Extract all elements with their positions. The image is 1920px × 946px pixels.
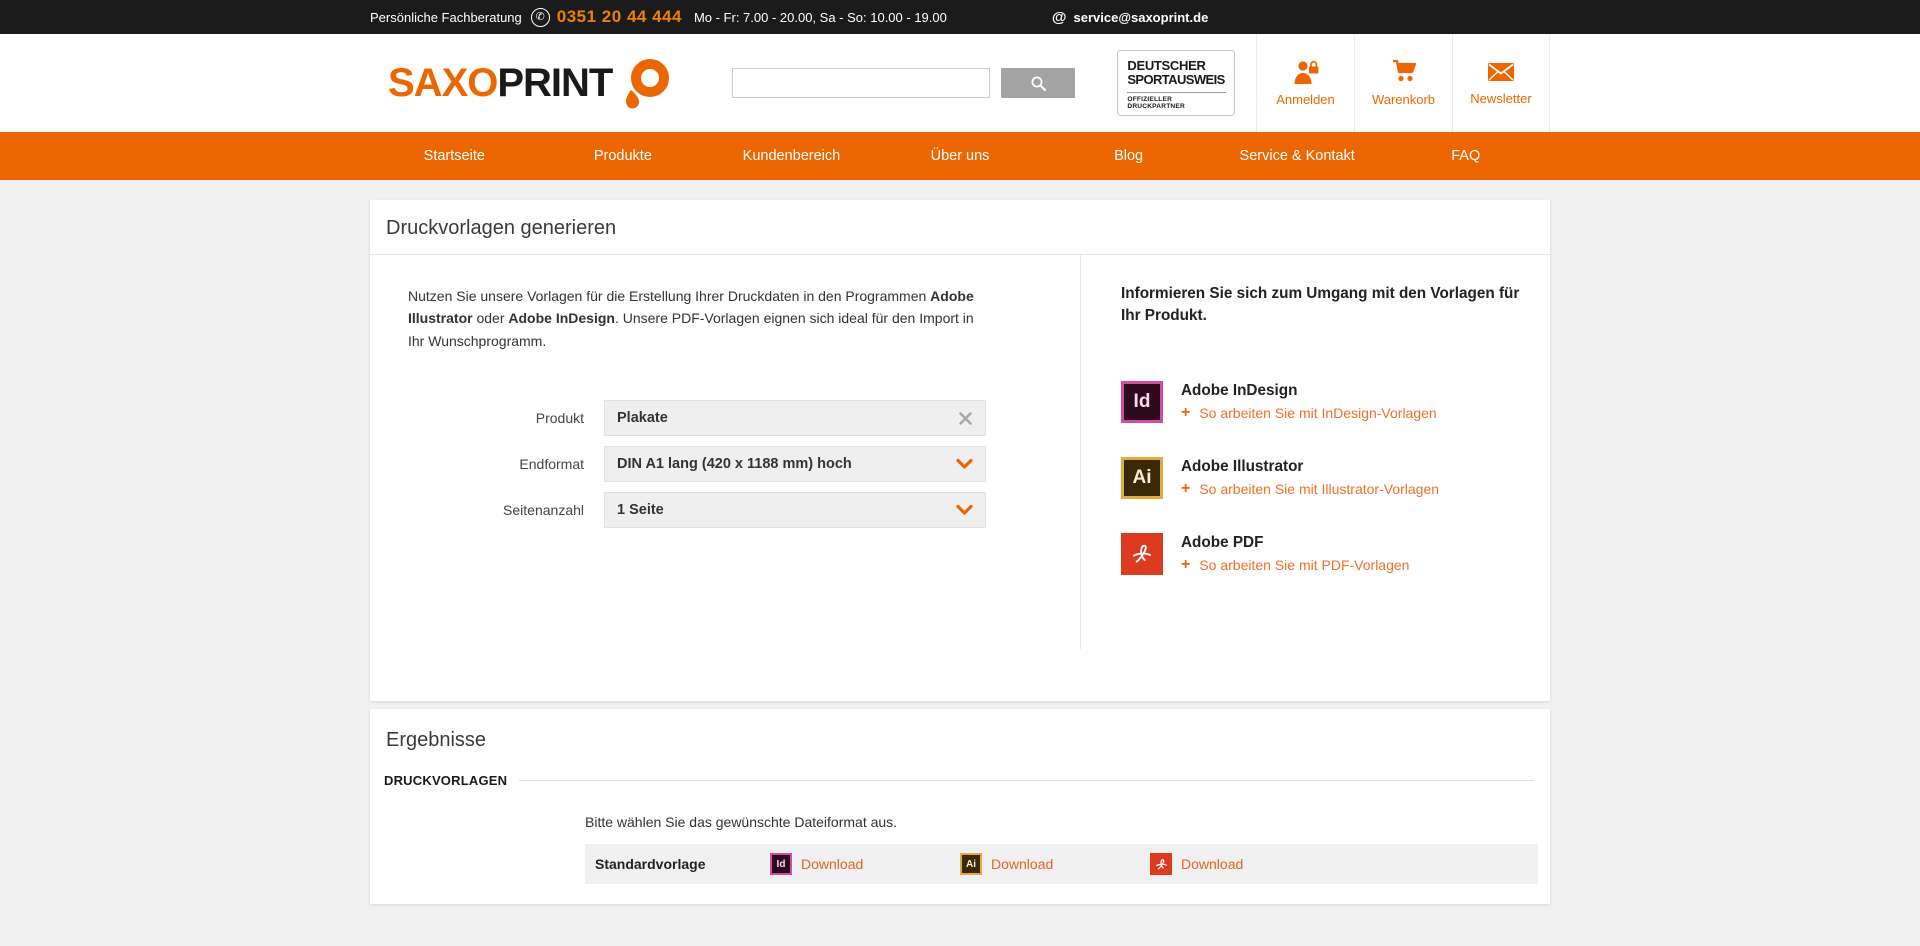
chevron-down-icon bbox=[956, 504, 973, 516]
phone-glyph: ✆ bbox=[536, 11, 545, 23]
info-item-pdf: Adobe PDF + So arbeiten Sie mit PDF-Vorl… bbox=[1121, 533, 1550, 575]
newsletter-link[interactable]: Newsletter bbox=[1452, 34, 1550, 132]
cart-icon bbox=[1389, 59, 1419, 85]
nav-item-kundenbereich[interactable]: Kundenbereich bbox=[707, 132, 876, 180]
download-pdf-link[interactable]: Download bbox=[1181, 856, 1243, 872]
service-hours: Mo - Fr: 7.00 - 20.00, Sa - So: 10.00 - … bbox=[694, 10, 947, 25]
badge-divider bbox=[1127, 92, 1226, 93]
support-email[interactable]: service@saxoprint.de bbox=[1074, 10, 1209, 25]
produkt-value: Plakate bbox=[617, 410, 958, 426]
illustrator-help-link[interactable]: So arbeiten Sie mit Illustrator-Vorlagen bbox=[1199, 481, 1439, 497]
download-group-indesign: Id Download bbox=[770, 853, 960, 875]
plus-icon: + bbox=[1181, 557, 1190, 573]
sportausweis-badge: DEUTSCHER SPORTAUSWEIS OFFIZIELLER DRUCK… bbox=[1117, 50, 1235, 116]
seitenanzahl-dropdown[interactable]: 1 Seite bbox=[604, 492, 986, 528]
section-line bbox=[519, 780, 1534, 781]
generator-form-column: Nutzen Sie unsere Vorlagen für die Erste… bbox=[370, 255, 1080, 649]
search-form bbox=[732, 68, 1075, 98]
format-hint: Bitte wählen Sie das gewünschte Dateifor… bbox=[585, 814, 1538, 830]
phone-icon: ✆ bbox=[531, 8, 550, 27]
info-item-indesign: Id Adobe InDesign + So arbeiten Sie mit … bbox=[1121, 381, 1550, 423]
pdf-title: Adobe PDF bbox=[1181, 534, 1409, 552]
login-label: Anmelden bbox=[1276, 92, 1335, 107]
download-group-illustrator: Ai Download bbox=[960, 853, 1150, 875]
main-content: Druckvorlagen generieren Nutzen Sie unse… bbox=[0, 180, 1920, 904]
badge-line3: OFFIZIELLER DRUCKPARTNER bbox=[1127, 96, 1226, 110]
plus-icon: + bbox=[1181, 405, 1190, 421]
info-column: Informieren Sie sich zum Umgang mit den … bbox=[1080, 255, 1550, 649]
template-row: Standardvorlage Id Download Ai Download bbox=[585, 844, 1538, 884]
main-nav: Startseite Produkte Kundenbereich Über u… bbox=[0, 132, 1920, 180]
badge-line1: DEUTSCHER bbox=[1127, 59, 1226, 73]
search-input[interactable] bbox=[732, 68, 990, 98]
form-row-seitenanzahl: Seitenanzahl 1 Seite bbox=[408, 492, 1080, 528]
page-title: Druckvorlagen generieren bbox=[370, 200, 1550, 254]
illustrator-icon: Ai bbox=[1121, 457, 1163, 499]
envelope-icon bbox=[1486, 60, 1516, 84]
pdf-icon bbox=[1150, 853, 1172, 875]
clear-icon[interactable] bbox=[958, 411, 973, 426]
illustrator-icon: Ai bbox=[960, 853, 982, 875]
logo-drop-icon bbox=[618, 56, 672, 110]
indesign-title: Adobe InDesign bbox=[1181, 382, 1437, 400]
nav-item-blog[interactable]: Blog bbox=[1044, 132, 1213, 180]
phone-number[interactable]: 0351 20 44 444 bbox=[557, 7, 682, 27]
download-group-pdf: Download bbox=[1150, 853, 1340, 875]
endformat-value: DIN A1 lang (420 x 1188 mm) hoch bbox=[617, 456, 956, 472]
pdf-help-link[interactable]: So arbeiten Sie mit PDF-Vorlagen bbox=[1199, 557, 1409, 573]
search-button[interactable] bbox=[1001, 68, 1075, 98]
nav-item-ueber-uns[interactable]: Über uns bbox=[876, 132, 1045, 180]
endformat-dropdown[interactable]: DIN A1 lang (420 x 1188 mm) hoch bbox=[604, 446, 986, 482]
logo-text-print: PRINT bbox=[497, 61, 612, 106]
results-panel: Ergebnisse DRUCKVORLAGEN Bitte wählen Si… bbox=[370, 709, 1550, 904]
cart-label: Warenkorb bbox=[1372, 92, 1435, 107]
logo[interactable]: SAXOPRINT bbox=[388, 56, 672, 110]
download-illustrator-link[interactable]: Download bbox=[991, 856, 1053, 872]
nav-item-startseite[interactable]: Startseite bbox=[370, 132, 539, 180]
seitenanzahl-label: Seitenanzahl bbox=[408, 502, 604, 518]
section-label: DRUCKVORLAGEN bbox=[384, 773, 507, 788]
topbar: Persönliche Fachberatung ✆ 0351 20 44 44… bbox=[0, 0, 1920, 34]
indesign-icon: Id bbox=[1121, 381, 1163, 423]
logo-text-saxo: SAXO bbox=[388, 61, 497, 106]
endformat-label: Endformat bbox=[408, 456, 604, 472]
header: SAXOPRINT DEUTSCHER SPORTAUSWEIS bbox=[0, 34, 1920, 132]
user-lock-icon bbox=[1291, 59, 1321, 85]
download-indesign-link[interactable]: Download bbox=[801, 856, 863, 872]
form-row-produkt: Produkt Plakate bbox=[408, 400, 1080, 436]
nav-item-service-kontakt[interactable]: Service & Kontakt bbox=[1213, 132, 1382, 180]
acrobat-glyph bbox=[1129, 541, 1155, 567]
generator-panel: Druckvorlagen generieren Nutzen Sie unse… bbox=[370, 200, 1550, 701]
plus-icon: + bbox=[1181, 481, 1190, 497]
produkt-label: Produkt bbox=[408, 410, 604, 426]
intro-text: Nutzen Sie unsere Vorlagen für die Erste… bbox=[408, 285, 988, 352]
login-link[interactable]: Anmelden bbox=[1256, 34, 1354, 132]
illustrator-title: Adobe Illustrator bbox=[1181, 458, 1439, 476]
info-item-illustrator: Ai Adobe Illustrator + So arbeiten Sie m… bbox=[1121, 457, 1550, 499]
indesign-help-link[interactable]: So arbeiten Sie mit InDesign-Vorlagen bbox=[1199, 405, 1436, 421]
results-title: Ergebnisse bbox=[370, 709, 1550, 767]
indesign-icon: Id bbox=[770, 853, 792, 875]
header-actions: Anmelden Warenkorb bbox=[1256, 34, 1550, 132]
produkt-field[interactable]: Plakate bbox=[604, 400, 986, 436]
nav-item-faq[interactable]: FAQ bbox=[1381, 132, 1550, 180]
template-form: Produkt Plakate Endformat DIN bbox=[408, 400, 1080, 528]
nav-item-produkte[interactable]: Produkte bbox=[539, 132, 708, 180]
support-label: Persönliche Fachberatung bbox=[370, 10, 522, 25]
info-heading: Informieren Sie sich zum Umgang mit den … bbox=[1121, 283, 1521, 327]
section-header: DRUCKVORLAGEN bbox=[384, 773, 1534, 788]
acrobat-glyph bbox=[1154, 857, 1169, 872]
form-row-endformat: Endformat DIN A1 lang (420 x 1188 mm) ho… bbox=[408, 446, 1080, 482]
cart-link[interactable]: Warenkorb bbox=[1354, 34, 1452, 132]
badge-line2: SPORTAUSWEIS bbox=[1127, 73, 1226, 88]
newsletter-label: Newsletter bbox=[1470, 91, 1531, 106]
page: Persönliche Fachberatung ✆ 0351 20 44 44… bbox=[0, 0, 1920, 904]
search-icon bbox=[1030, 75, 1047, 92]
chevron-down-icon bbox=[956, 458, 973, 470]
seitenanzahl-value: 1 Seite bbox=[617, 502, 956, 518]
at-icon: @ bbox=[1052, 9, 1067, 26]
template-row-label: Standardvorlage bbox=[595, 856, 770, 872]
pdf-icon bbox=[1121, 533, 1163, 575]
